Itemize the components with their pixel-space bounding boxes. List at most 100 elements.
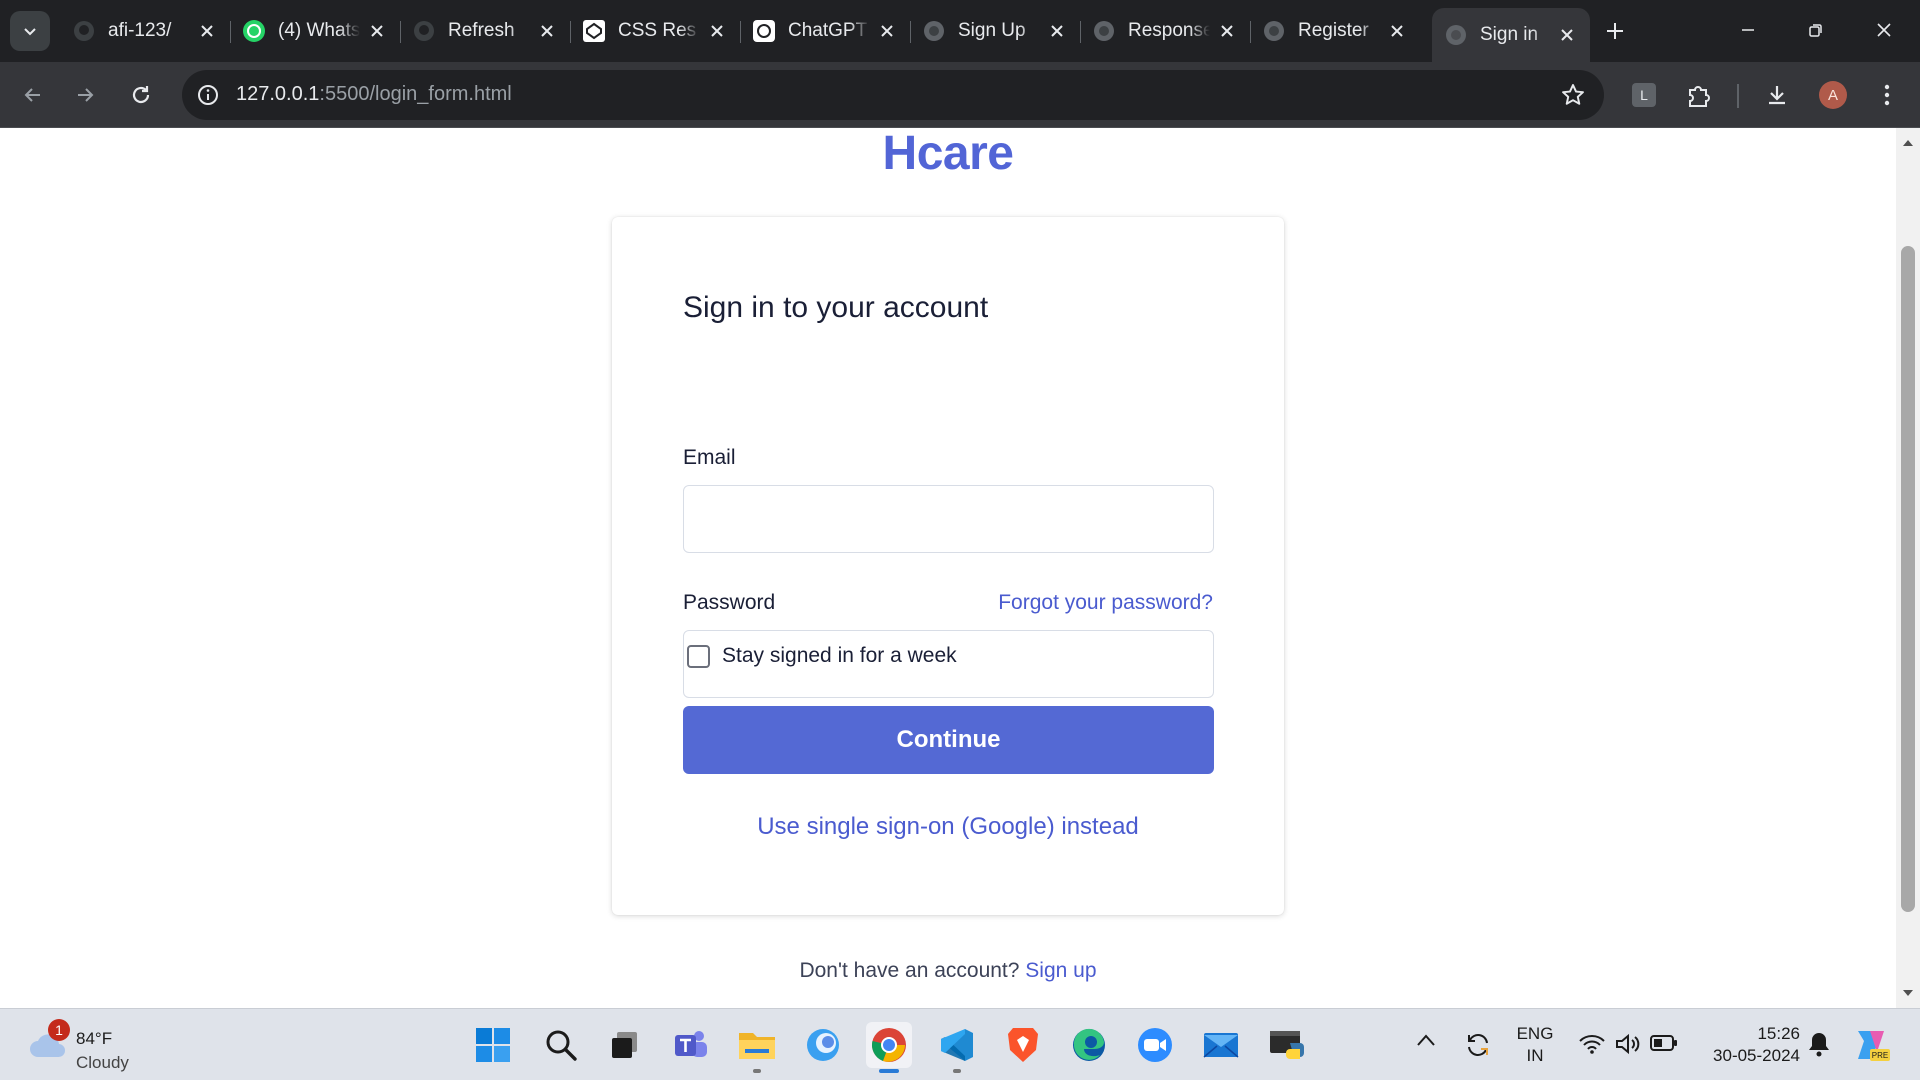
tab-title: Refresh xyxy=(448,20,515,41)
plus-icon xyxy=(1607,23,1623,39)
wifi-tray-button[interactable] xyxy=(1578,1033,1606,1055)
tab-register[interactable]: Register xyxy=(1250,8,1420,54)
windows-start-icon xyxy=(476,1028,510,1062)
extension-l-icon: L xyxy=(1632,83,1656,107)
profile-button[interactable]: A xyxy=(1816,78,1850,112)
task-view-button[interactable] xyxy=(602,1022,648,1068)
address-bar[interactable]: 127.0.0.1:5500/login_form.html xyxy=(182,70,1604,120)
email-field[interactable] xyxy=(683,485,1214,553)
back-button[interactable] xyxy=(14,76,52,114)
vscode-app[interactable] xyxy=(934,1022,980,1073)
extensions-button[interactable] xyxy=(1682,78,1716,112)
chrome-app[interactable] xyxy=(866,1022,912,1073)
downloads-button[interactable] xyxy=(1760,78,1794,112)
battery-icon xyxy=(1650,1035,1677,1051)
whatsapp-icon xyxy=(242,19,266,43)
signup-link[interactable]: Sign up xyxy=(1025,959,1096,982)
tab-github-afi[interactable]: afi-123/ xyxy=(60,8,230,54)
forgot-password-link[interactable]: Forgot your password? xyxy=(998,591,1213,615)
download-icon xyxy=(1769,86,1785,105)
tab-title: Sign in xyxy=(1480,24,1539,45)
taskbar-search-button[interactable] xyxy=(538,1022,584,1068)
tab-strip: afi-123/ (4) WhatsApp Refresh CSS Res Ch… xyxy=(0,0,1920,62)
globe-icon xyxy=(1092,19,1116,43)
copilot-preview-button[interactable]: PRE xyxy=(1852,1027,1890,1063)
close-icon[interactable] xyxy=(1216,20,1238,42)
tab-chatgpt[interactable]: ChatGPT xyxy=(740,8,910,54)
show-hidden-icons-button[interactable] xyxy=(1416,1033,1436,1047)
tab-sign-in[interactable]: Sign in xyxy=(1432,8,1590,62)
stay-signed-in-checkbox[interactable] xyxy=(687,644,710,668)
mail-app[interactable] xyxy=(1198,1022,1244,1068)
puzzle-icon xyxy=(1689,86,1710,107)
notifications-button[interactable] xyxy=(1808,1031,1830,1057)
volume-tray-button[interactable] xyxy=(1614,1032,1642,1056)
menu-button[interactable] xyxy=(1870,78,1904,112)
page-viewport: Hcare Sign in to your account Email Pass… xyxy=(0,128,1920,1008)
close-icon[interactable] xyxy=(366,20,388,42)
file-explorer-app[interactable] xyxy=(734,1022,780,1073)
scrollbar-thumb[interactable] xyxy=(1901,246,1915,912)
tab-whatsapp[interactable]: (4) WhatsApp xyxy=(230,8,400,54)
clock-date: 30-05-2024 xyxy=(1713,1046,1800,1065)
close-window-button[interactable] xyxy=(1862,10,1906,50)
zoom-icon xyxy=(1138,1028,1172,1062)
close-icon[interactable] xyxy=(876,20,898,42)
vscode-icon xyxy=(941,1029,973,1061)
close-icon[interactable] xyxy=(1046,20,1068,42)
copilot-app[interactable] xyxy=(800,1022,846,1068)
tab-sign-up[interactable]: Sign Up xyxy=(910,8,1080,54)
close-icon[interactable] xyxy=(706,20,728,42)
chatgpt-icon xyxy=(752,19,776,43)
wifi-icon xyxy=(1579,1035,1605,1054)
close-icon[interactable] xyxy=(1386,20,1408,42)
tab-css-resources[interactable]: CSS Res xyxy=(570,8,740,54)
brave-app[interactable] xyxy=(1000,1022,1046,1068)
language-indicator[interactable]: ENG IN xyxy=(1514,1023,1556,1067)
teams-app[interactable] xyxy=(668,1022,714,1068)
restore-button[interactable] xyxy=(1794,10,1838,50)
tab-response[interactable]: Response xyxy=(1080,8,1250,54)
tab-title: (4) WhatsApp xyxy=(278,20,360,41)
reload-button[interactable] xyxy=(122,76,160,114)
scroll-down-arrow-icon[interactable] xyxy=(1896,982,1920,1004)
tab-search-button[interactable] xyxy=(10,11,50,51)
brand-logo: Hcare xyxy=(882,128,1014,180)
start-button[interactable] xyxy=(470,1022,516,1068)
new-tab-button[interactable] xyxy=(1598,14,1632,48)
forward-button[interactable] xyxy=(66,76,104,114)
github-icon xyxy=(72,19,96,43)
close-icon[interactable] xyxy=(196,20,218,42)
language-bottom: IN xyxy=(1526,1046,1544,1065)
scroll-up-arrow-icon[interactable] xyxy=(1896,132,1920,154)
url-path: :5500/login_form.html xyxy=(319,83,512,105)
url-text[interactable]: 127.0.0.1:5500/login_form.html xyxy=(236,83,512,106)
battery-tray-button[interactable] xyxy=(1650,1034,1678,1052)
extension-l-button[interactable]: L xyxy=(1627,78,1661,112)
continue-button[interactable]: Continue xyxy=(683,706,1214,774)
weather-temp: 84°F xyxy=(76,1029,113,1048)
sso-link[interactable]: Use single sign-on (Google) instead xyxy=(612,813,1284,841)
info-icon[interactable] xyxy=(196,83,220,107)
search-icon xyxy=(546,1030,577,1061)
minimize-button[interactable] xyxy=(1726,10,1770,50)
sync-tray-button[interactable] xyxy=(1464,1031,1492,1059)
bookmark-star-icon[interactable] xyxy=(1560,82,1586,108)
clock[interactable]: 15:26 30-05-2024 xyxy=(1700,1023,1800,1067)
tab-title: afi-123/ xyxy=(108,20,172,41)
running-indicator xyxy=(953,1069,961,1073)
stay-signed-in-label[interactable]: Stay signed in for a week xyxy=(722,644,957,668)
tab-github-refresh[interactable]: Refresh xyxy=(400,8,570,54)
signin-card: Sign in to your account Email Password F… xyxy=(612,217,1284,915)
sync-icon xyxy=(1468,1034,1488,1056)
python-app[interactable] xyxy=(1264,1022,1310,1068)
scrollbar[interactable] xyxy=(1896,128,1920,1008)
edge-app[interactable] xyxy=(1066,1022,1112,1068)
zoom-app[interactable] xyxy=(1132,1022,1178,1068)
close-icon[interactable] xyxy=(536,20,558,42)
close-icon[interactable] xyxy=(1556,24,1578,46)
url-host: 127.0.0.1 xyxy=(236,83,320,105)
weather-widget[interactable]: 1 84°F Cloudy xyxy=(24,1019,164,1072)
weather-badge: 1 xyxy=(48,1019,70,1041)
arrow-left-icon xyxy=(24,88,40,102)
